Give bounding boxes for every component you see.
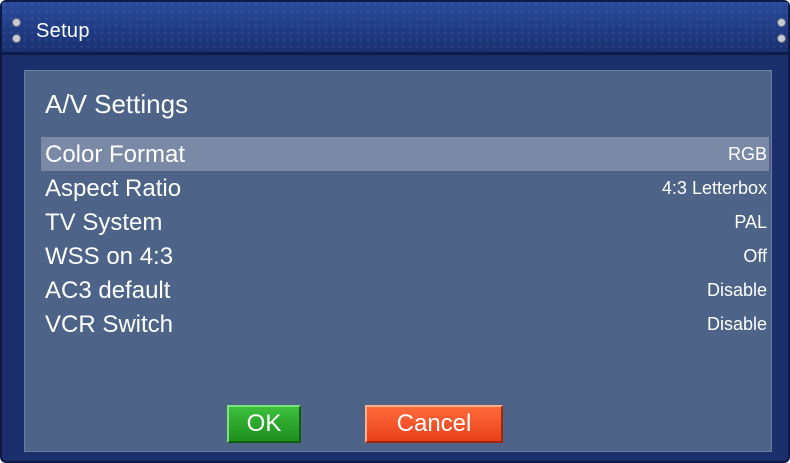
window-title: Setup xyxy=(36,20,90,42)
setting-row-wss[interactable]: WSS on 4:3 Off xyxy=(41,239,769,273)
screw-icon xyxy=(12,34,21,43)
screw-icon xyxy=(777,34,786,43)
screw-icon xyxy=(12,18,21,27)
setting-row-vcr-switch[interactable]: VCR Switch Disable xyxy=(41,307,769,341)
setting-value: Disable xyxy=(706,280,767,300)
setting-value: PAL xyxy=(734,212,767,232)
panel-title: A/V Settings xyxy=(45,89,189,119)
setting-row-ac3-default[interactable]: AC3 default Disable xyxy=(41,273,769,307)
setting-label: VCR Switch xyxy=(45,311,174,338)
ok-button[interactable]: OK xyxy=(227,405,301,443)
setting-label: Aspect Ratio xyxy=(45,175,182,202)
setting-label: TV System xyxy=(45,209,163,236)
settings-list: Color Format RGB Aspect Ratio 4:3 Letter… xyxy=(41,137,769,341)
setting-row-tv-system[interactable]: TV System PAL xyxy=(41,205,769,239)
setting-value: Disable xyxy=(706,314,767,334)
screw-icon xyxy=(777,18,786,27)
setup-window: Setup A/V Settings Color Format RGB Aspe… xyxy=(0,0,790,463)
setting-label: Color Format xyxy=(45,141,186,168)
setting-label: WSS on 4:3 xyxy=(45,243,174,270)
setting-row-color-format[interactable]: Color Format RGB xyxy=(41,137,769,171)
av-settings-panel: A/V Settings Color Format RGB Aspect Rat… xyxy=(24,70,772,452)
cancel-button[interactable]: Cancel xyxy=(365,405,503,443)
setting-value: RGB xyxy=(727,144,767,164)
setting-value: Off xyxy=(743,246,767,266)
setting-row-aspect-ratio[interactable]: Aspect Ratio 4:3 Letterbox xyxy=(41,171,769,205)
setting-value: 4:3 Letterbox xyxy=(661,178,767,198)
setting-label: AC3 default xyxy=(45,277,171,304)
title-bar: Setup xyxy=(2,2,788,55)
